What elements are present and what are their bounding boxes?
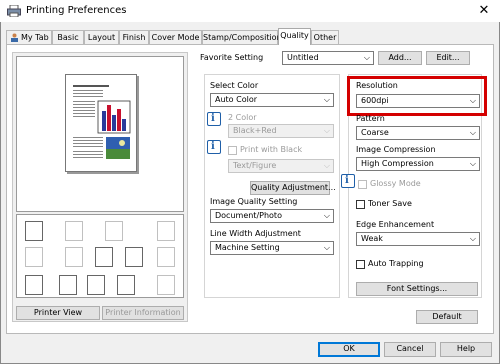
quality-adjustment-label: Quality Adjustment... bbox=[251, 183, 336, 192]
edge-enhancement-label: Edge Enhancement bbox=[356, 220, 435, 229]
user-icon bbox=[11, 33, 18, 42]
line-width-adjustment-label: Line Width Adjustment bbox=[210, 229, 301, 238]
print-with-black-select[interactable]: Text/Figure ⌵ bbox=[228, 159, 334, 173]
edit-label: Edit... bbox=[436, 53, 460, 62]
printer-icon bbox=[7, 5, 21, 17]
glossy-mode-label: Glossy Mode bbox=[370, 179, 421, 188]
tab-basic[interactable]: Basic bbox=[52, 30, 84, 44]
add-label: Add... bbox=[388, 53, 412, 62]
chevron-down-icon: ⌵ bbox=[323, 211, 330, 220]
chevron-down-icon: ⌵ bbox=[363, 53, 370, 62]
watermark-icon bbox=[157, 247, 175, 267]
ok-label: OK bbox=[343, 344, 355, 353]
auto-trapping-label: Auto Trapping bbox=[368, 259, 424, 268]
finishing-icons-panel bbox=[16, 214, 184, 298]
image-quality-setting-select[interactable]: Document/Photo ⌵ bbox=[210, 209, 334, 223]
overlay-icon bbox=[125, 247, 143, 267]
cancel-button[interactable]: Cancel bbox=[384, 342, 436, 357]
quality-adjustment-button[interactable]: Quality Adjustment... bbox=[250, 181, 336, 195]
line-width-adjustment-select[interactable]: Machine Setting ⌵ bbox=[210, 241, 334, 255]
chevron-down-icon: ⌵ bbox=[323, 95, 330, 104]
help-button[interactable]: Help bbox=[440, 342, 492, 357]
pattern-label: Pattern bbox=[356, 114, 385, 123]
duplex-icon bbox=[65, 221, 83, 241]
cancel-label: Cancel bbox=[396, 344, 424, 353]
edge-enhancement-value: Weak bbox=[361, 234, 383, 243]
chevron-down-icon: ⌵ bbox=[323, 161, 330, 170]
select-color-value: Auto Color bbox=[215, 95, 258, 104]
edge-enhancement-select[interactable]: Weak ⌵ bbox=[356, 232, 480, 246]
resolution-label: Resolution bbox=[356, 81, 398, 90]
resolution-value: 600dpi bbox=[361, 96, 389, 105]
edit-button[interactable]: Edit... bbox=[426, 51, 470, 65]
chevron-down-icon: ⌵ bbox=[323, 243, 330, 252]
glossy-mode-checkbox[interactable] bbox=[358, 180, 367, 189]
tray-icon bbox=[117, 275, 135, 295]
tab-my-tab[interactable]: My Tab bbox=[6, 30, 52, 44]
two-color-value: Black+Red bbox=[233, 126, 277, 135]
punch-icon bbox=[25, 247, 43, 267]
printer-view-button[interactable]: Printer View bbox=[16, 306, 100, 320]
tab-other[interactable]: Other bbox=[311, 30, 339, 44]
default-button[interactable]: Default bbox=[416, 310, 478, 324]
tab-stamp-composition[interactable]: Stamp/Composition bbox=[202, 30, 282, 44]
line-width-adjustment-value: Machine Setting bbox=[215, 243, 280, 252]
chevron-down-icon: ⌵ bbox=[469, 96, 476, 105]
select-color-select[interactable]: Auto Color ⌵ bbox=[210, 93, 334, 107]
tab-finish[interactable]: Finish bbox=[119, 30, 149, 44]
document-preview-image bbox=[65, 74, 137, 172]
pattern-select[interactable]: Coarse ⌵ bbox=[356, 126, 480, 140]
image-quality-setting-label: Image Quality Setting bbox=[210, 197, 298, 206]
print-with-black-label: Print with Black bbox=[240, 145, 303, 154]
printer-information-button[interactable]: Printer Information bbox=[102, 306, 184, 320]
image-compression-select[interactable]: High Compression ⌵ bbox=[356, 157, 480, 171]
fold-icon bbox=[65, 247, 83, 267]
staple-icon bbox=[157, 221, 175, 241]
ok-button[interactable]: OK bbox=[318, 342, 380, 357]
printer-information-label: Printer Information bbox=[105, 308, 181, 317]
two-color-label: 2 Color bbox=[228, 113, 257, 122]
tab-quality[interactable]: Quality bbox=[278, 28, 311, 45]
image-compression-value: High Compression bbox=[361, 159, 434, 168]
print-stack-icon bbox=[25, 221, 43, 241]
chevron-down-icon: ⌵ bbox=[469, 234, 476, 243]
output-tray-icon bbox=[157, 275, 175, 295]
copy-sets-icon bbox=[25, 275, 43, 295]
toner-save-checkbox[interactable] bbox=[356, 200, 365, 209]
two-color-select[interactable]: Black+Red ⌵ bbox=[228, 124, 334, 138]
print-with-black-value: Text/Figure bbox=[233, 161, 277, 170]
tab-layout[interactable]: Layout bbox=[84, 30, 119, 44]
favorite-setting-label: Favorite Setting bbox=[200, 53, 264, 62]
font-settings-button[interactable]: Font Settings... bbox=[356, 282, 478, 296]
favorite-setting-value: Untitled bbox=[287, 53, 319, 62]
font-settings-label: Font Settings... bbox=[386, 284, 448, 293]
toner-save-label: Toner Save bbox=[368, 199, 412, 208]
default-label: Default bbox=[432, 312, 462, 321]
image-compression-label: Image Compression bbox=[356, 145, 436, 154]
booklet-icon bbox=[105, 221, 123, 241]
select-color-label: Select Color bbox=[210, 81, 259, 90]
print-with-black-checkbox[interactable] bbox=[228, 146, 237, 155]
info-icon: i bbox=[207, 140, 221, 154]
favorite-setting-select[interactable]: Untitled ⌵ bbox=[282, 51, 374, 65]
image-quality-setting-value: Document/Photo bbox=[215, 211, 282, 220]
resolution-select[interactable]: 600dpi ⌵ bbox=[356, 94, 480, 108]
user-auth-icon bbox=[59, 275, 77, 295]
account-track-icon bbox=[87, 275, 105, 295]
close-icon[interactable]: ✕ bbox=[474, 2, 494, 20]
chevron-down-icon: ⌵ bbox=[469, 128, 476, 137]
tab-cover-mode[interactable]: Cover Mode bbox=[149, 30, 202, 44]
tab-label: My Tab bbox=[21, 33, 49, 42]
pattern-value: Coarse bbox=[361, 128, 389, 137]
printer-view-label: Printer View bbox=[33, 308, 83, 317]
chevron-down-icon: ⌵ bbox=[469, 159, 476, 168]
text-stamp-icon bbox=[95, 247, 113, 267]
info-icon: i bbox=[207, 112, 221, 126]
chevron-down-icon: ⌵ bbox=[323, 126, 330, 135]
add-button[interactable]: Add... bbox=[378, 51, 422, 65]
window-title: Printing Preferences bbox=[26, 5, 127, 16]
help-label: Help bbox=[456, 344, 476, 353]
info-icon: i bbox=[341, 174, 355, 188]
auto-trapping-checkbox[interactable] bbox=[356, 260, 365, 269]
